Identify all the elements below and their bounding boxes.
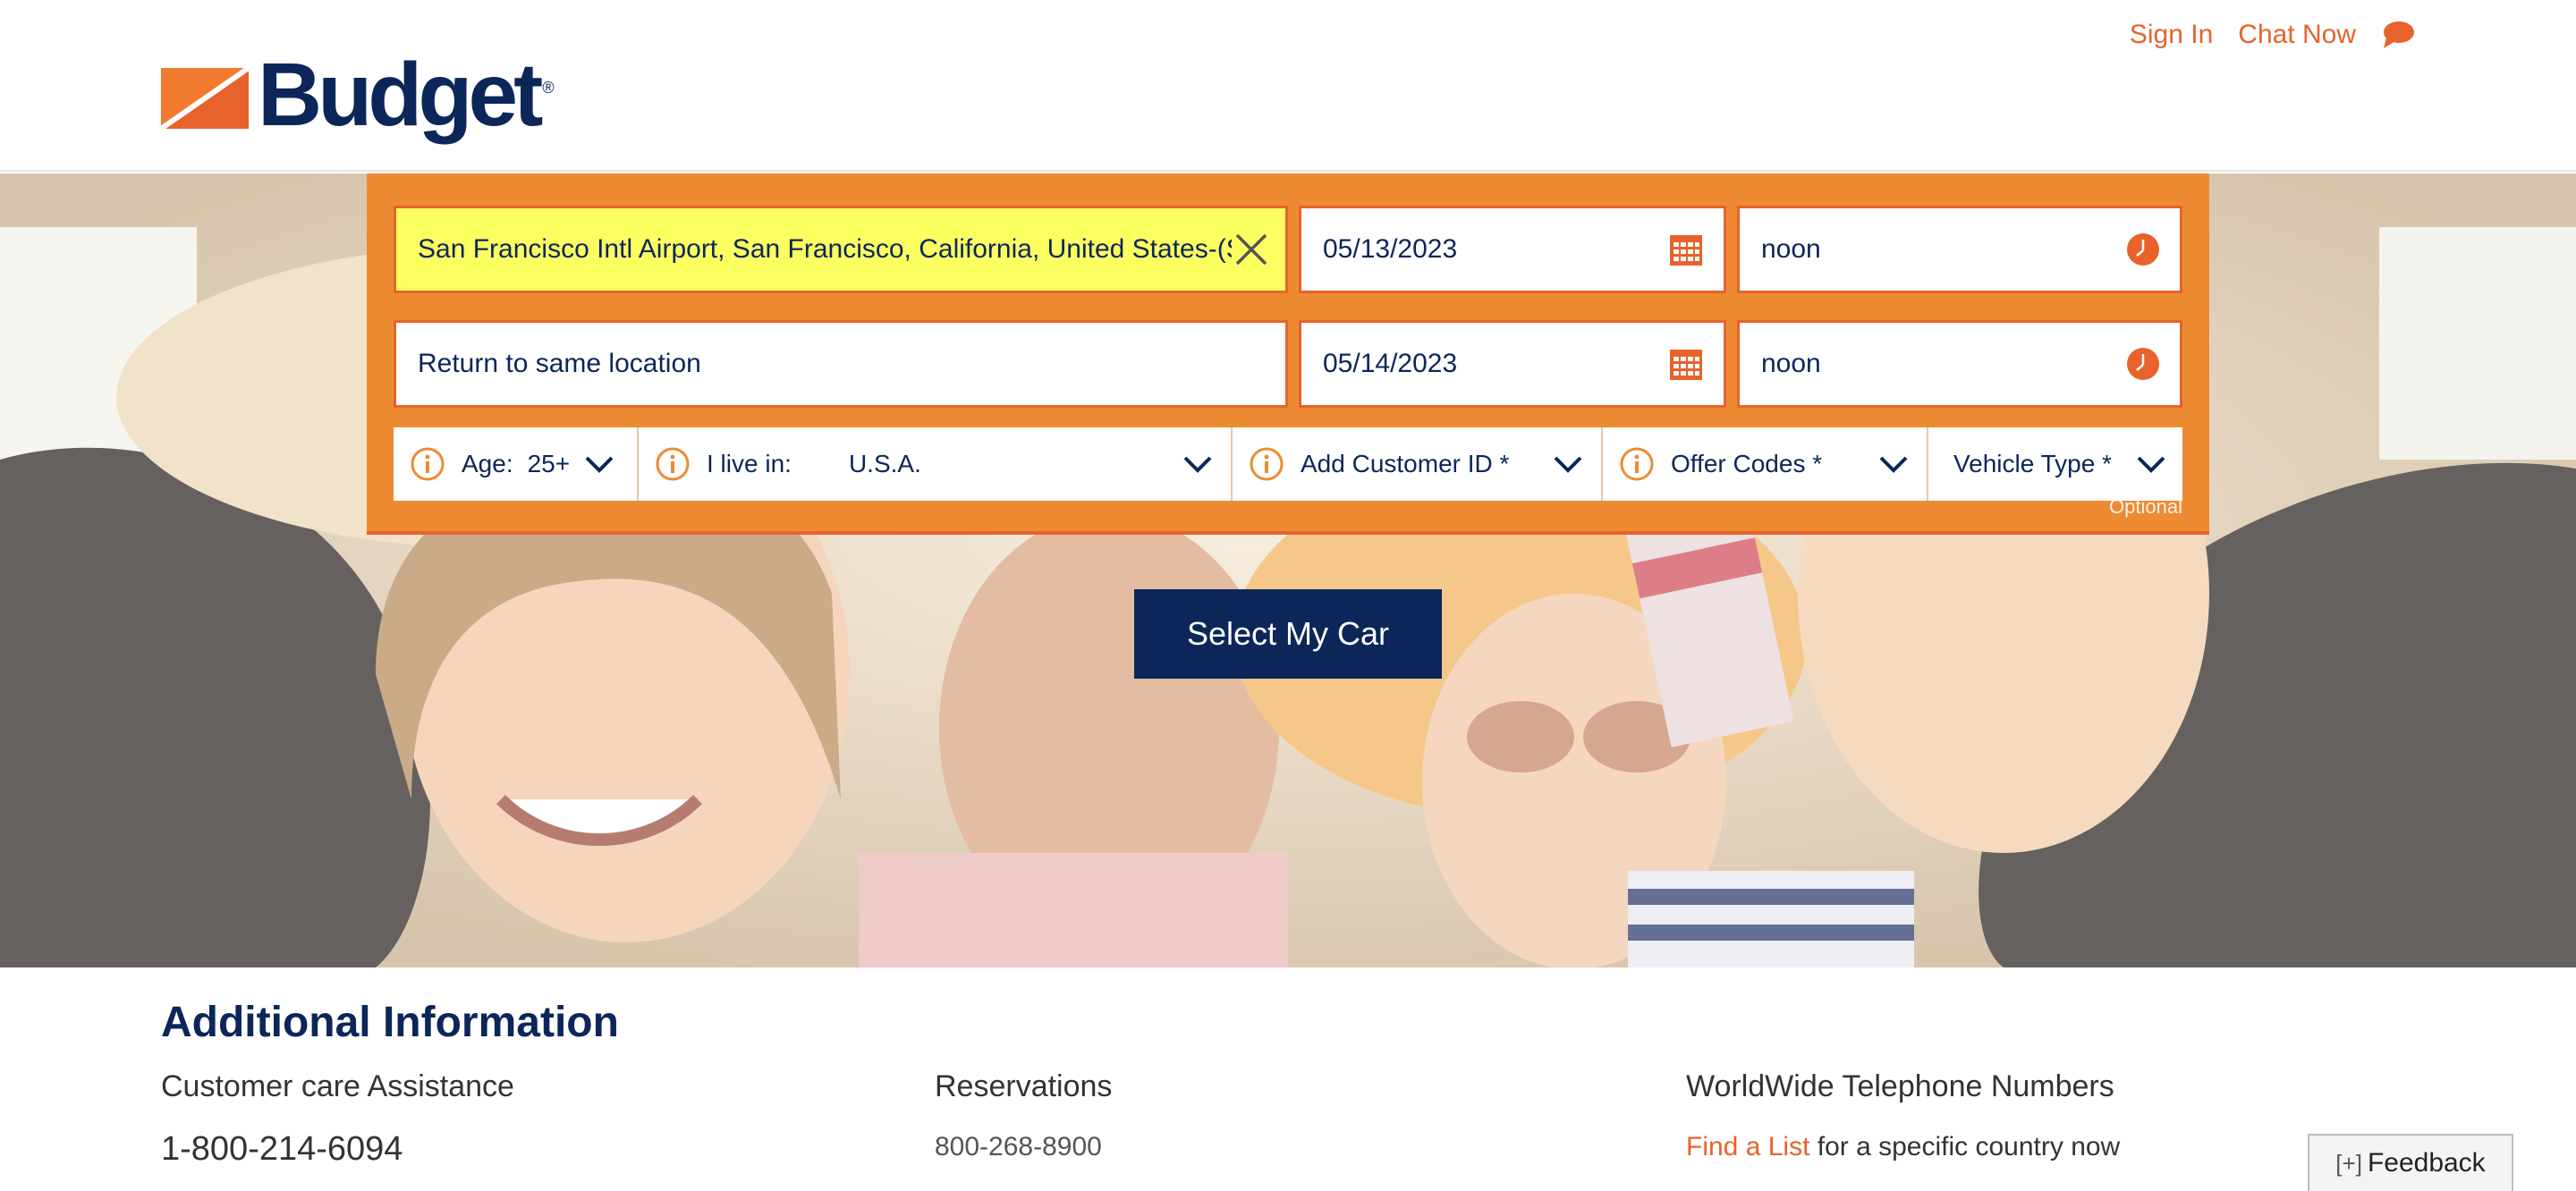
vehicle-type-label: Vehicle Type * [1953,450,2112,477]
chevron-down-icon [2137,456,2165,473]
reservations-phone[interactable]: 800-268-8900 [935,1132,1102,1162]
additional-info-heading: Additional Information [161,999,619,1046]
return-location-text: Return to same location [418,349,701,378]
pickup-time-select[interactable]: noon [1737,206,2182,293]
info-icon[interactable] [1249,446,1284,482]
logo-wordmark: Budget ® [258,45,555,145]
site-header: Budget ® Sign In Chat Now [0,0,2576,172]
vehicle-type-select[interactable]: Vehicle Type * [1928,427,2182,501]
find-a-list-link[interactable]: Find a List [1686,1132,1809,1161]
residence-value: U.S.A. [848,450,921,477]
age-select[interactable]: Age: 25+ [394,427,639,501]
optional-note: Optional [2109,495,2182,518]
chat-now-link[interactable]: Chat Now [2238,20,2356,50]
residence-label: I live in: [707,450,792,477]
clear-location-icon[interactable] [1232,230,1271,269]
worldwide-phones-heading: WorldWide Telephone Numbers [1686,1069,2114,1103]
info-icon[interactable] [655,446,691,482]
pickup-date-text: 05/13/2023 [1323,234,1458,264]
booking-panel: San Francisco Intl Airport, San Francisc… [367,173,2209,535]
calendar-icon[interactable] [1668,232,1704,267]
reservations-heading: Reservations [935,1069,1113,1103]
sign-in-link[interactable]: Sign In [2130,20,2213,50]
customer-id-select[interactable]: Add Customer ID * [1233,427,1603,501]
return-time-select[interactable]: noon [1737,320,2182,408]
clock-icon[interactable] [2126,232,2160,266]
worldwide-phones-text: Find a List for a specific country now [1686,1132,2121,1161]
age-value: 25+ [527,450,571,477]
feedback-label: Feedback [2367,1148,2486,1178]
logo-mark-icon [161,68,249,129]
customer-care-phone[interactable]: 1-800-214-6094 [161,1130,402,1169]
customer-care-heading: Customer care Assistance [161,1069,514,1103]
chevron-down-icon [585,456,614,473]
chevron-down-icon [1183,456,1212,473]
pickup-time-text: noon [1761,234,1821,264]
info-icon[interactable] [1619,446,1655,482]
residence-select[interactable]: I live in: U.S.A. [639,427,1233,501]
chat-bubble-icon[interactable] [2381,20,2415,50]
clock-icon[interactable] [2126,347,2160,381]
customer-id-label: Add Customer ID * [1301,450,1510,477]
chevron-down-icon [1879,456,1908,473]
return-date-input[interactable]: 05/14/2023 [1299,320,1726,408]
pickup-date-input[interactable]: 05/13/2023 [1299,206,1726,293]
return-date-text: 05/14/2023 [1323,349,1458,378]
pickup-location-text: San Francisco Intl Airport, San Francisc… [418,234,1232,264]
budget-logo[interactable]: Budget ® [161,50,555,143]
feedback-button[interactable]: [+] Feedback [2308,1134,2513,1191]
return-time-text: noon [1761,349,1821,378]
age-label: Age: [462,450,513,477]
info-icon[interactable] [410,446,445,482]
top-links: Sign In Chat Now [2130,20,2415,50]
select-my-car-button[interactable]: Select My Car [1134,589,1442,679]
calendar-icon[interactable] [1668,346,1704,382]
pickup-location-input[interactable]: San Francisco Intl Airport, San Francisc… [394,206,1288,293]
return-location-input[interactable]: Return to same location [394,320,1288,408]
booking-options-row: Age: 25+ I live in: U.S.A. Add Customer … [394,427,2182,501]
expand-icon: [+] [2335,1149,2362,1177]
offer-codes-select[interactable]: Offer Codes * [1603,427,1928,501]
offer-codes-label: Offer Codes * [1671,450,1823,477]
chevron-down-icon [1554,456,1582,473]
